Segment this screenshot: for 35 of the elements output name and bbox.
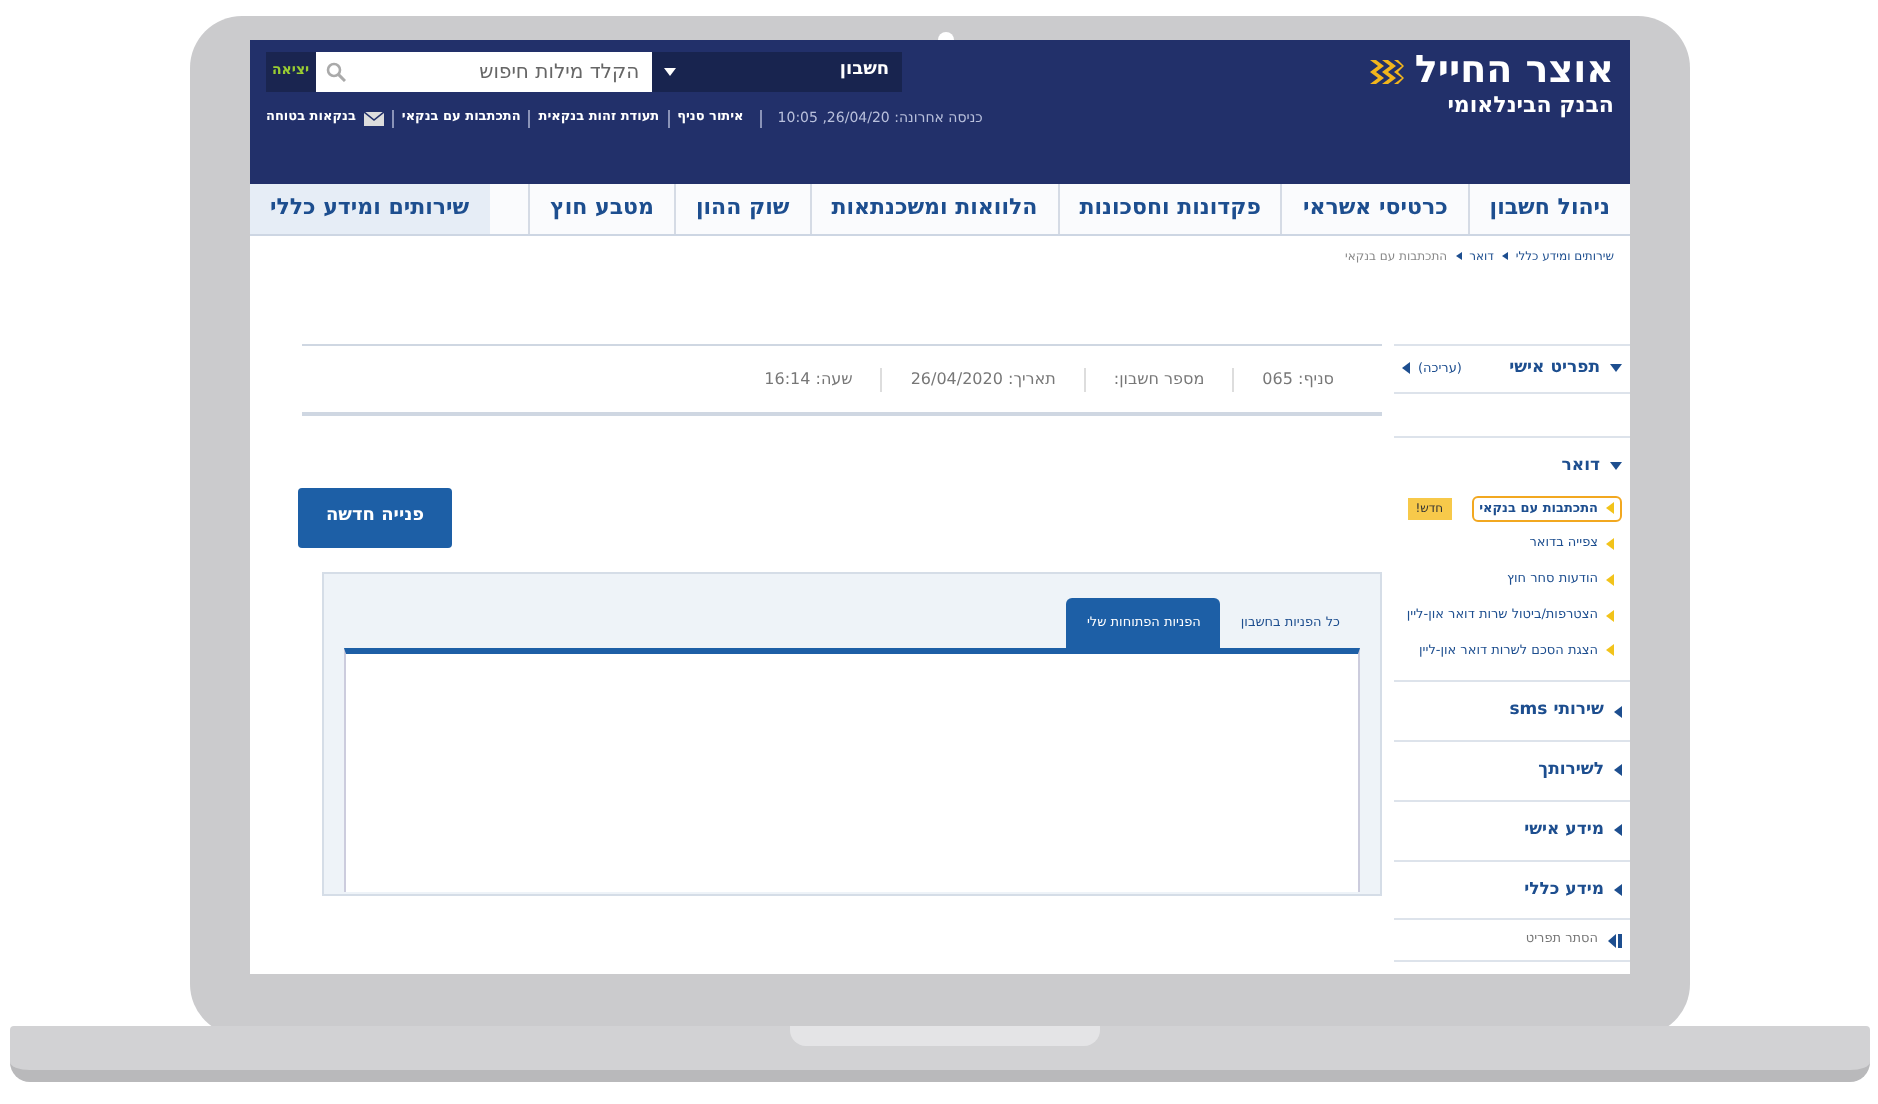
envelope-icon [363,111,384,126]
sidebar-section[interactable]: מידע כללי [1524,877,1604,903]
dropdown-caret-icon [663,68,676,76]
new-request-button[interactable]: פנייה חדשה [298,488,453,547]
sidebar-section[interactable]: שירותי sms [1509,698,1604,724]
nav-tab[interactable]: הלוואות ומשכנתאות [809,184,1058,234]
breadcrumb-arrow-icon [1501,252,1508,260]
search-icon [325,62,346,82]
personal-menu-title: תפריט אישי [1509,356,1600,382]
arrow-icon [1606,644,1614,657]
bank-logo-name: אוצר החייל [1414,52,1614,90]
account-select[interactable]: חשבון [651,52,902,92]
info-field: שעה: 16:14 [736,367,881,391]
search-field[interactable]: הקלד מילות חיפוש [315,52,652,92]
sidebar-section[interactable]: לשירותך [1538,758,1604,784]
info-field: מספר חשבון: [1083,367,1233,391]
info-field: תאריך: 26/04/2020 [880,367,1084,391]
nav-tab[interactable]: פקדונות וחסכונות [1057,184,1281,234]
info-field: סניף: 065 [1232,367,1362,391]
arrow-icon [1606,573,1614,586]
arrow-icon [1606,538,1614,551]
arrow-icon [1606,609,1614,622]
sidebar-section[interactable]: מידע אישי [1524,817,1604,843]
arrow-icon [1606,502,1614,515]
nav-tab[interactable]: כרטיסי אשראי [1280,184,1468,234]
logo-mark-icon [1366,55,1407,87]
arrow-icon [1402,362,1410,375]
nav-tab[interactable]: מטבע חוץ [528,184,674,234]
nav-tab[interactable]: שירותים ומידע כללי [250,184,490,234]
collapse-icon [1608,933,1622,948]
nav-tab[interactable]: ניהול חשבון [1467,184,1630,234]
nav-tab[interactable]: שוק ההון [673,184,810,234]
bank-logo-subtitle: הבנק הבינלאומי [1445,90,1614,122]
breadcrumb-arrow-icon [1455,252,1462,260]
sidebar-section[interactable]: דואר [1561,453,1600,479]
